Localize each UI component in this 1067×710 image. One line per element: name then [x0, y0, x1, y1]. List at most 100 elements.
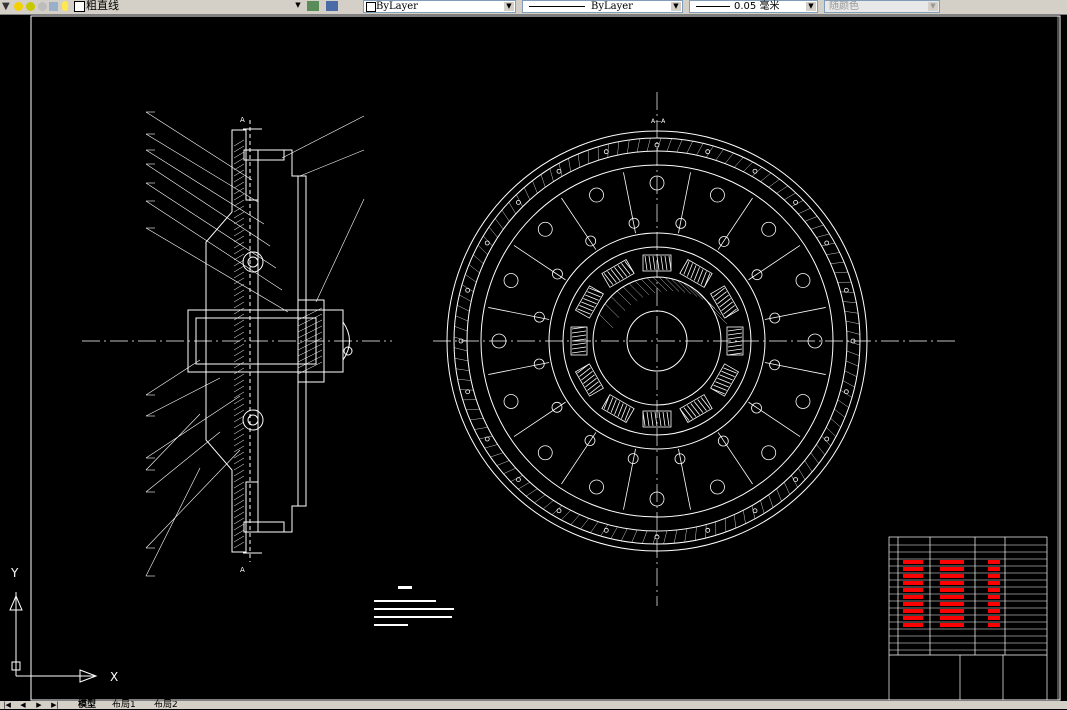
hatch-line: [234, 320, 244, 326]
hatch-line: [805, 216, 818, 221]
hatch-line: [234, 314, 244, 320]
rivet-hole: [552, 269, 562, 279]
bolt-hole: [557, 169, 561, 173]
hatch-line: [298, 320, 322, 332]
first-tab-icon[interactable]: |◀: [2, 701, 12, 709]
tab-layout2[interactable]: 布局2: [154, 701, 178, 709]
hatch-line: [784, 193, 796, 200]
part-name-entry: [903, 588, 923, 592]
chevron-down-icon[interactable]: ▼: [806, 2, 816, 11]
chevron-down-icon[interactable]: ▼: [671, 2, 681, 11]
hatch-line: [298, 350, 322, 362]
lineweight-preview: [696, 6, 730, 7]
next-tab-icon[interactable]: ▶: [34, 701, 44, 709]
hatch-line: [777, 186, 788, 194]
spring-coil: [687, 404, 696, 417]
hatch-line: [632, 530, 637, 542]
segment-divider: [765, 307, 826, 319]
leader-line: [146, 183, 276, 268]
hatch-line: [456, 369, 469, 371]
spring-coil: [586, 382, 599, 391]
plotstyle-dropdown[interactable]: 随颜色 ▼: [824, 0, 940, 13]
segment-divider: [678, 172, 690, 233]
spring-coil: [572, 343, 586, 345]
spring-coil: [653, 256, 655, 270]
spring-coil: [721, 370, 734, 379]
spring-coil: [649, 256, 651, 270]
rivet-hole: [590, 188, 604, 202]
segment-divider: [561, 198, 595, 250]
tab-layout1[interactable]: 布局1: [112, 701, 136, 709]
layer-manager-icon[interactable]: [307, 1, 319, 11]
spring-coil: [645, 256, 647, 270]
hatch-line: [234, 410, 244, 416]
layer-previous-icon[interactable]: [326, 1, 338, 11]
leader-line: [146, 450, 240, 548]
prev-tab-icon[interactable]: ◀: [18, 701, 28, 709]
hatch-line: [689, 286, 703, 300]
hatch-line: [571, 515, 580, 525]
segment-divider: [718, 432, 752, 484]
hatch-line: [845, 311, 858, 313]
hatch-line: [234, 302, 244, 308]
freeze-icon[interactable]: [14, 2, 23, 11]
rivet-hole: [762, 446, 776, 460]
hatch-line: [485, 444, 498, 448]
hatch-line: [234, 326, 244, 332]
hatch-line: [777, 489, 782, 502]
part-qty-entry: [988, 560, 1000, 564]
lightbulb-icon[interactable]: ▼: [2, 1, 13, 12]
spring-coil: [728, 333, 742, 335]
color-dropdown[interactable]: ByLayer ▼: [363, 0, 516, 13]
rivet-hole: [710, 480, 724, 494]
leader-line: [146, 228, 288, 312]
hatch-line: [725, 153, 733, 164]
hatch-line: [298, 332, 322, 344]
segment-divider: [561, 432, 595, 484]
hatch-line: [234, 308, 244, 314]
hatch-line: [826, 427, 836, 437]
hatch-line: [725, 518, 726, 532]
last-tab-icon[interactable]: ▶|: [50, 701, 60, 709]
ucs-y-label: Y: [11, 566, 18, 580]
rivet-hole: [552, 402, 562, 412]
bolt-hole: [706, 150, 710, 154]
part-name-entry: [903, 616, 923, 620]
tab-model[interactable]: 模型: [78, 701, 96, 709]
spring-coil: [665, 256, 667, 270]
hatch-line: [473, 255, 483, 264]
hatch-line: [234, 230, 244, 236]
plot-icon[interactable]: [49, 2, 58, 11]
hatch-line: [816, 444, 825, 454]
hatch-line: [674, 530, 677, 543]
hatch-line: [234, 206, 244, 212]
leader-line: [146, 164, 270, 246]
bolt-hole: [604, 150, 608, 154]
hatch-line: [234, 356, 244, 362]
lock-icon[interactable]: [38, 2, 47, 11]
hatch-line: [465, 274, 476, 282]
layer-color-icon[interactable]: [26, 2, 35, 11]
hatch-line: [760, 173, 770, 182]
layer-dropdown[interactable]: 粗直线 ▼: [72, 0, 304, 13]
model-space-canvas[interactable]: A A A—A: [0, 14, 1067, 701]
chevron-down-icon[interactable]: ▼: [928, 2, 938, 11]
hatch-line: [760, 500, 764, 513]
chevron-down-icon[interactable]: ▼: [293, 1, 303, 10]
hatch-line: [847, 331, 860, 334]
bulb-yellow-icon[interactable]: [62, 1, 68, 11]
spring-coil: [647, 412, 649, 426]
hatch-line: [611, 297, 625, 311]
technical-notes: [374, 586, 454, 626]
spring-coil: [661, 256, 663, 270]
hatch-line: [534, 495, 545, 503]
part-qty-entry: [988, 588, 1000, 592]
spring-coil: [609, 399, 618, 412]
linetype-dropdown[interactable]: ByLayer ▼: [522, 0, 683, 13]
lineweight-dropdown[interactable]: 0.05 毫米 ▼: [689, 0, 818, 13]
chevron-down-icon[interactable]: ▼: [504, 2, 514, 11]
hatch-line: [667, 139, 672, 152]
leader-line: [146, 112, 252, 180]
spring-coil: [580, 371, 593, 380]
hatch-line: [716, 149, 724, 160]
